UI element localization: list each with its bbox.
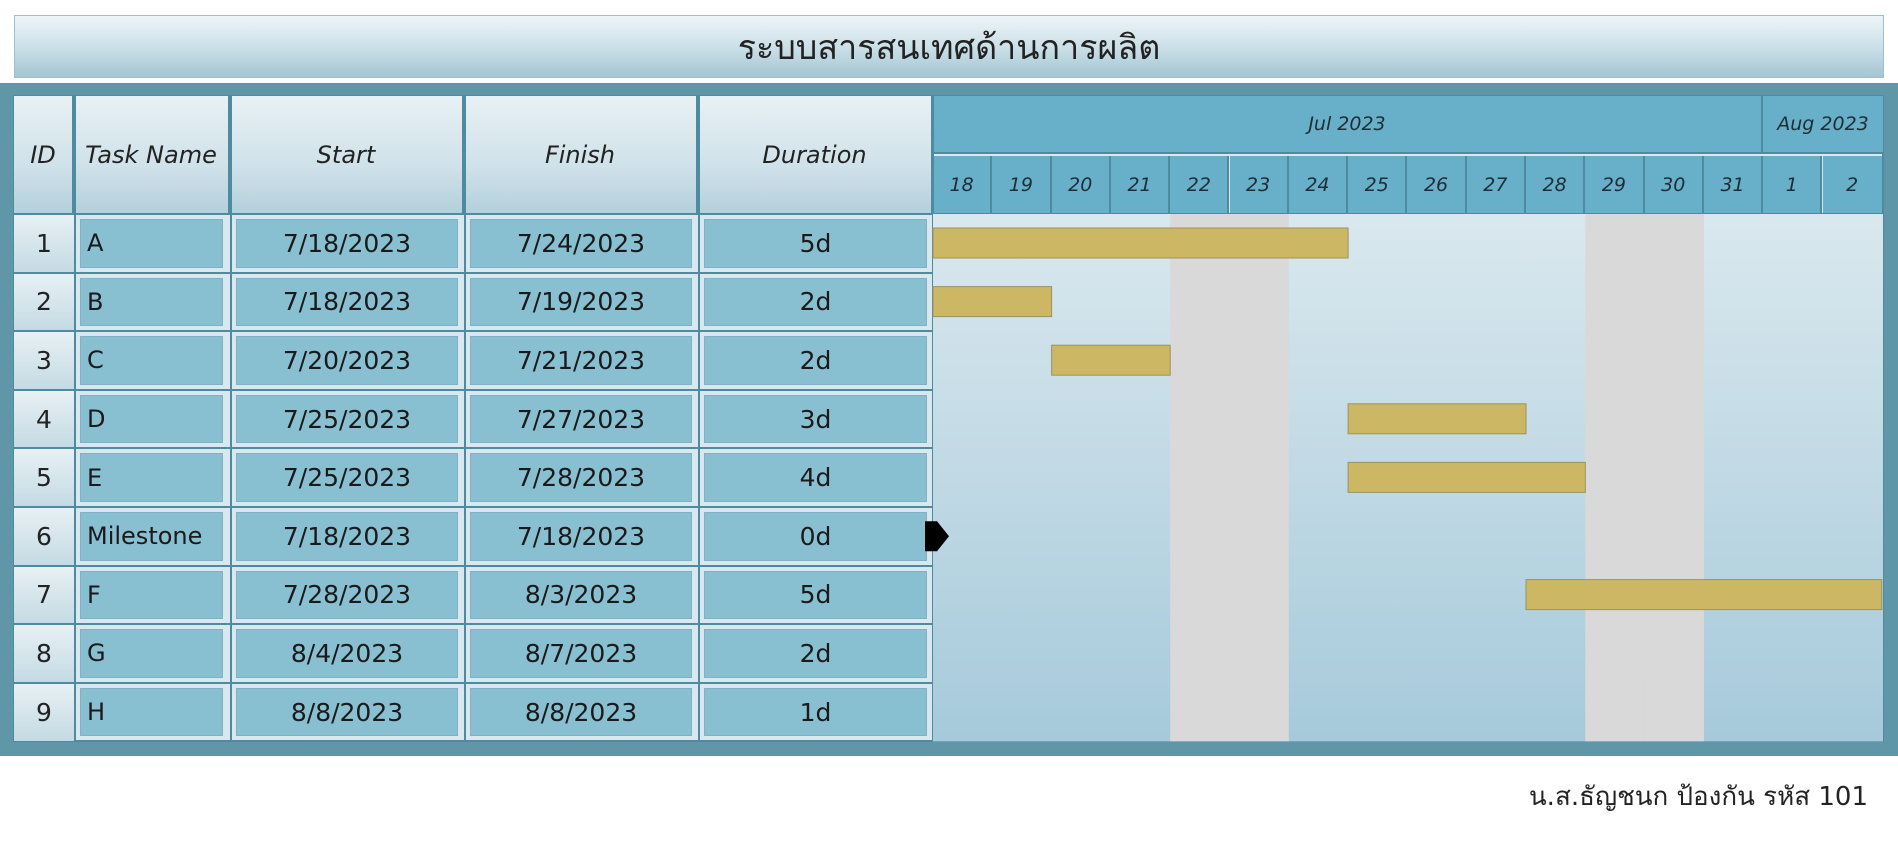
gantt-bar-b	[932, 286, 1053, 318]
gantt-bar-d	[1347, 403, 1527, 435]
weekend-column-23	[1229, 214, 1289, 742]
gantt-bar-c	[1051, 344, 1171, 376]
gantt-chart	[925, 214, 1883, 742]
gantt-bar-e	[1347, 461, 1586, 493]
author-footer: น.ส.ธัญชนก ป้องกัน รหัส 101	[1528, 782, 1868, 812]
gantt-bar-a	[932, 227, 1349, 259]
weekend-column-29	[1585, 214, 1645, 742]
weekend-column-22	[1170, 214, 1230, 742]
weekend-column-30	[1644, 214, 1704, 742]
gantt-bar-f	[1525, 579, 1883, 611]
